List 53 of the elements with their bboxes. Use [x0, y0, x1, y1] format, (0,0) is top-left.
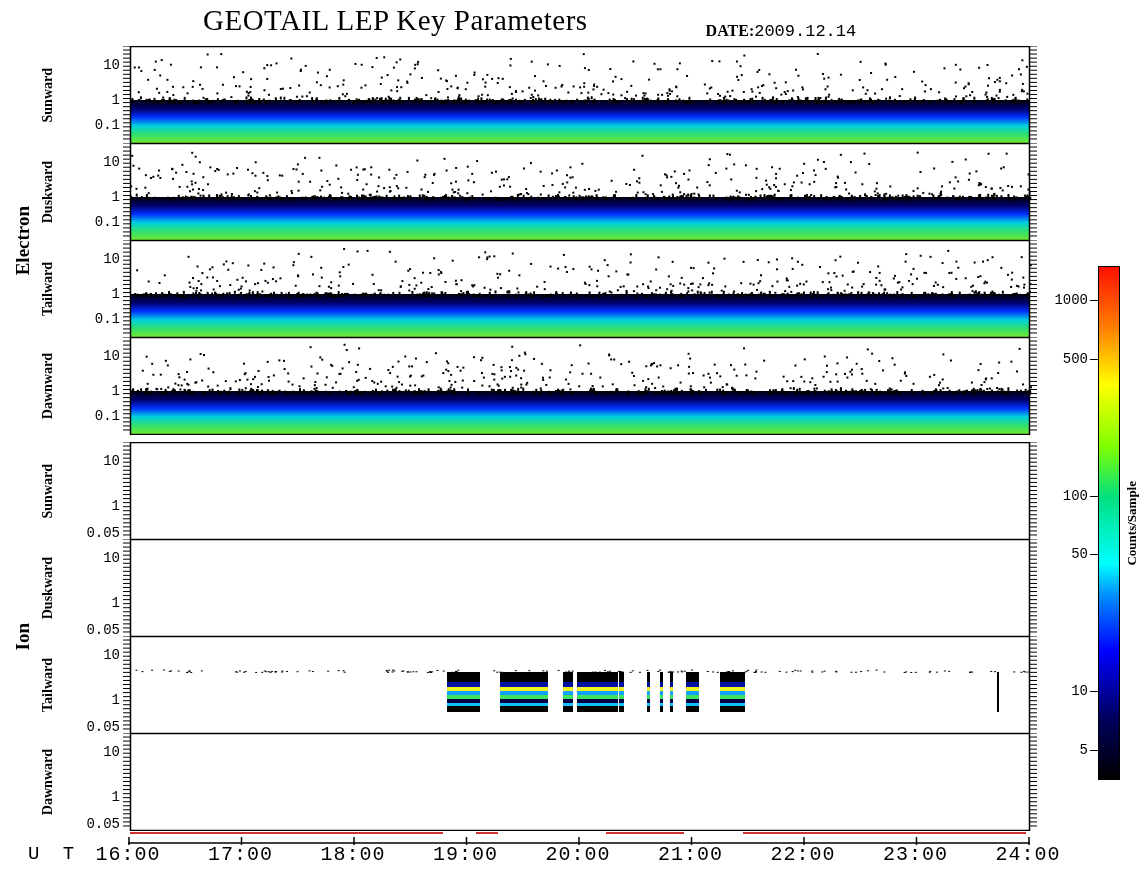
- colorbar-tick-label: 50: [1071, 547, 1098, 562]
- y-tick-label: 0.05: [86, 526, 120, 541]
- y-tick-label: 10: [103, 154, 120, 169]
- time-tick-label: 20:00: [545, 843, 611, 866]
- direction-label: Dawnward: [40, 748, 56, 816]
- colorbar-tick-label: 5: [1079, 742, 1098, 757]
- plot-title: GEOTAIL LEP Key Parameters: [203, 3, 588, 37]
- direction-label: Tailward: [40, 262, 56, 316]
- y-tick-label: 1: [111, 692, 120, 707]
- direction-label: Tailward: [40, 658, 56, 712]
- species-label: Electron: [12, 205, 34, 276]
- y-tick-label: 1: [111, 789, 120, 804]
- y-tick-label: 0.1: [94, 215, 120, 230]
- colorbar-tick-label: 100: [1062, 488, 1098, 503]
- y-tick-label: 1: [111, 595, 120, 610]
- direction-label: Duskward: [40, 160, 56, 224]
- y-tick-label: 1: [111, 287, 120, 302]
- time-tick-label: 16:00: [95, 843, 161, 866]
- direction-label: Dawnward: [40, 352, 56, 420]
- y-tick-label: 10: [103, 57, 120, 72]
- time-tick-label: 19:00: [433, 843, 498, 866]
- time-tick-label: 21:00: [658, 843, 723, 866]
- colorbar-tick-label: 1000: [1054, 293, 1098, 308]
- date-label: DATE:2009.12.14: [705, 21, 857, 41]
- direction-label: Sunward: [40, 463, 56, 519]
- time-tick-label: 22:00: [770, 843, 836, 866]
- colorbar-title: Counts/Sample: [1124, 480, 1140, 566]
- direction-label: Sunward: [40, 67, 56, 123]
- y-tick-label: 10: [103, 251, 120, 266]
- y-tick-label: 1: [111, 498, 120, 513]
- y-tick-label: 10: [103, 453, 120, 468]
- colorbar-tick-label: 500: [1062, 352, 1098, 367]
- y-tick-label: 0.05: [86, 720, 120, 735]
- species-label: Ion: [12, 622, 34, 651]
- direction-label: Duskward: [40, 556, 56, 620]
- colorbar-tick-label: 10: [1071, 684, 1098, 699]
- y-tick-label: 10: [103, 647, 120, 662]
- y-tick-label: 10: [103, 550, 120, 565]
- y-tick-label: 1: [111, 93, 120, 108]
- y-tick-label: 1: [111, 384, 120, 399]
- y-tick-label: 1: [111, 190, 120, 205]
- y-tick-label: 0.1: [94, 409, 120, 424]
- y-tick-label: 10: [103, 348, 120, 363]
- time-tick-label: 18:00: [320, 843, 386, 866]
- y-tick-label: 0.05: [86, 817, 120, 832]
- time-tick-label: 17:00: [208, 843, 273, 866]
- y-tick-label: 10: [103, 744, 120, 759]
- time-tick-label: 23:00: [883, 843, 948, 866]
- y-tick-label: 0.05: [86, 623, 120, 638]
- time-axis-label: U T: [28, 843, 81, 865]
- y-tick-label: 0.1: [94, 312, 120, 327]
- y-tick-label: 0.1: [94, 118, 120, 133]
- time-tick-label: 24:00: [995, 843, 1061, 866]
